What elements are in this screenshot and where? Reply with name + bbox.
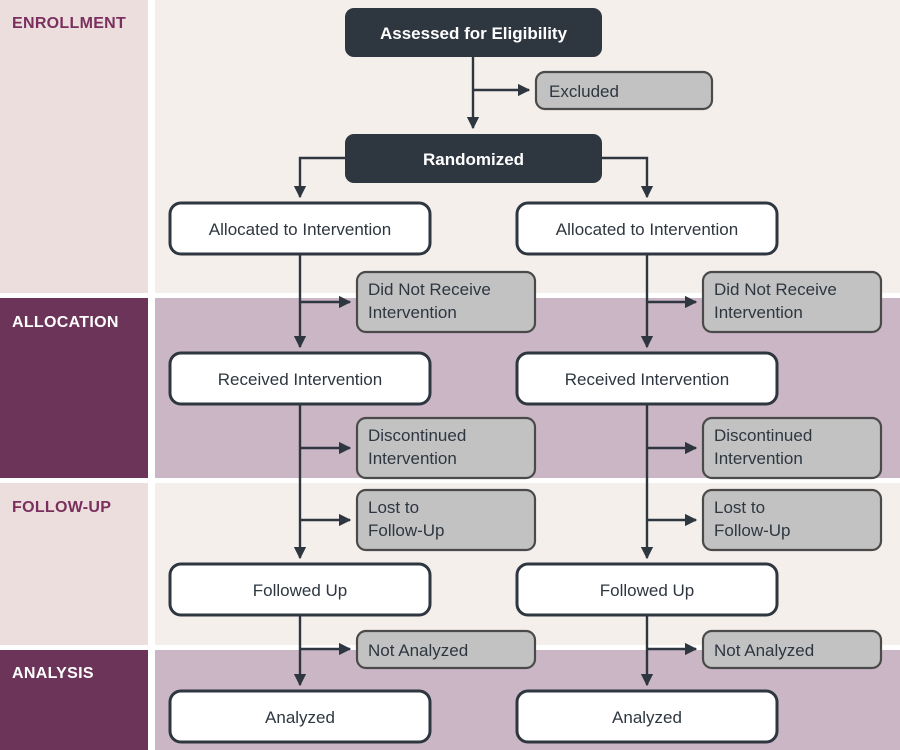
node-excluded[interactable]: Excluded bbox=[534, 70, 714, 111]
node-not-analyzed-left[interactable]: Not Analyzed bbox=[355, 629, 537, 670]
line-1: Discontinued bbox=[714, 426, 812, 445]
node-randomized[interactable]: Randomized bbox=[345, 134, 602, 183]
node-allocated-left-label: Allocated to Intervention bbox=[209, 220, 391, 239]
band-label-analysis: ANALYSIS bbox=[12, 665, 94, 682]
node-not-received-right[interactable]: Did Not Receive Intervention bbox=[701, 270, 883, 334]
line-2: Intervention bbox=[368, 303, 457, 322]
node-not-received-left[interactable]: Did Not Receive Intervention bbox=[355, 270, 537, 334]
node-received-right[interactable]: Received Intervention bbox=[515, 351, 779, 406]
band-enrollment-sidebar bbox=[0, 0, 148, 293]
node-discontinued-right[interactable]: Discontinued Intervention bbox=[701, 416, 883, 480]
node-allocated-left[interactable]: Allocated to Intervention bbox=[168, 201, 432, 256]
line-1: Discontinued bbox=[368, 426, 466, 445]
node-randomized-label: Randomized bbox=[423, 150, 524, 169]
line-1: Lost to bbox=[714, 498, 765, 517]
node-not-analyzed-right-label: Not Analyzed bbox=[714, 641, 814, 660]
node-assessed-label: Assessed for Eligibility bbox=[380, 24, 568, 43]
node-followed-right[interactable]: Followed Up bbox=[515, 562, 779, 617]
line-2: Intervention bbox=[714, 449, 803, 468]
node-analyzed-left-label: Analyzed bbox=[265, 708, 335, 727]
line-2: Intervention bbox=[714, 303, 803, 322]
node-received-left-label: Received Intervention bbox=[218, 370, 382, 389]
node-followed-left-label: Followed Up bbox=[253, 581, 348, 600]
node-excluded-label: Excluded bbox=[549, 82, 619, 101]
node-received-left[interactable]: Received Intervention bbox=[168, 351, 432, 406]
node-analyzed-right-label: Analyzed bbox=[612, 708, 682, 727]
node-followed-left[interactable]: Followed Up bbox=[168, 562, 432, 617]
node-allocated-right[interactable]: Allocated to Intervention bbox=[515, 201, 779, 256]
node-analyzed-left[interactable]: Analyzed bbox=[168, 689, 432, 744]
line-2: Intervention bbox=[368, 449, 457, 468]
consort-flow-diagram: ENROLLMENT ALLOCATION FOLLOW-UP ANALYSIS bbox=[0, 0, 900, 750]
node-assessed-for-eligibility[interactable]: Assessed for Eligibility bbox=[345, 8, 602, 57]
node-received-right-label: Received Intervention bbox=[565, 370, 729, 389]
line-1: Did Not Receive bbox=[368, 280, 491, 299]
node-lost-right[interactable]: Lost to Follow-Up bbox=[701, 488, 883, 552]
flow-diagram-svg: ENROLLMENT ALLOCATION FOLLOW-UP ANALYSIS bbox=[0, 0, 900, 750]
node-lost-left[interactable]: Lost to Follow-Up bbox=[355, 488, 537, 552]
line-2: Follow-Up bbox=[714, 521, 791, 540]
band-label-allocation: ALLOCATION bbox=[12, 314, 119, 331]
node-analyzed-right[interactable]: Analyzed bbox=[515, 689, 779, 744]
line-2: Follow-Up bbox=[368, 521, 445, 540]
line-1: Lost to bbox=[368, 498, 419, 517]
node-allocated-right-label: Allocated to Intervention bbox=[556, 220, 738, 239]
node-not-analyzed-left-label: Not Analyzed bbox=[368, 641, 468, 660]
line-1: Did Not Receive bbox=[714, 280, 837, 299]
node-not-analyzed-right[interactable]: Not Analyzed bbox=[701, 629, 883, 670]
node-followed-right-label: Followed Up bbox=[600, 581, 695, 600]
node-discontinued-left[interactable]: Discontinued Intervention bbox=[355, 416, 537, 480]
band-label-enrollment: ENROLLMENT bbox=[12, 15, 126, 32]
band-label-followup: FOLLOW-UP bbox=[12, 499, 111, 516]
